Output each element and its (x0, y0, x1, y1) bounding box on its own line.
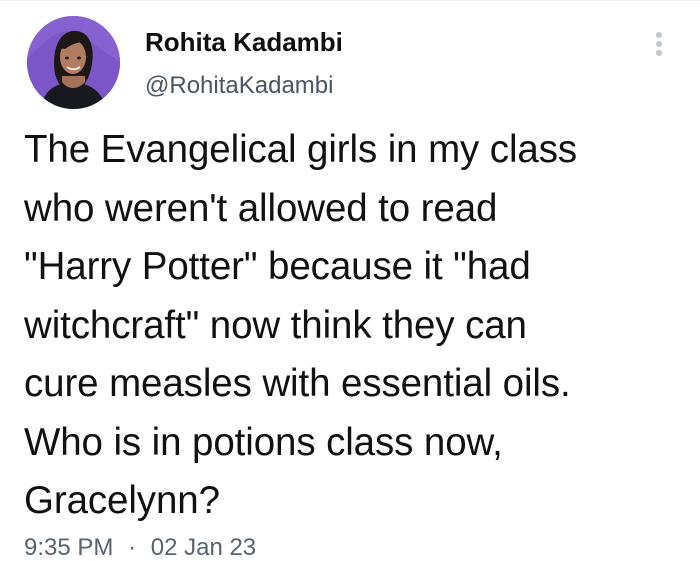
more-vertical-icon (656, 32, 662, 56)
tweet-date[interactable]: 02 Jan 23 (151, 534, 256, 561)
tweet-card: Rohita Kadambi @RohitaKadambi The Evange… (0, 0, 700, 561)
tweet-time[interactable]: 9:35 PM (24, 534, 113, 561)
tweet-timestamp[interactable]: 9:35 PM · 02 Jan 23 (24, 534, 256, 561)
profile-photo (27, 16, 120, 109)
avatar[interactable] (27, 16, 120, 109)
display-name[interactable]: Rohita Kadambi (145, 27, 343, 58)
tweet-text: The Evangelical girls in my class who we… (24, 128, 578, 522)
more-button[interactable] (642, 27, 676, 61)
meta-separator: · (128, 534, 137, 561)
user-handle[interactable]: @RohitaKadambi (145, 72, 333, 100)
